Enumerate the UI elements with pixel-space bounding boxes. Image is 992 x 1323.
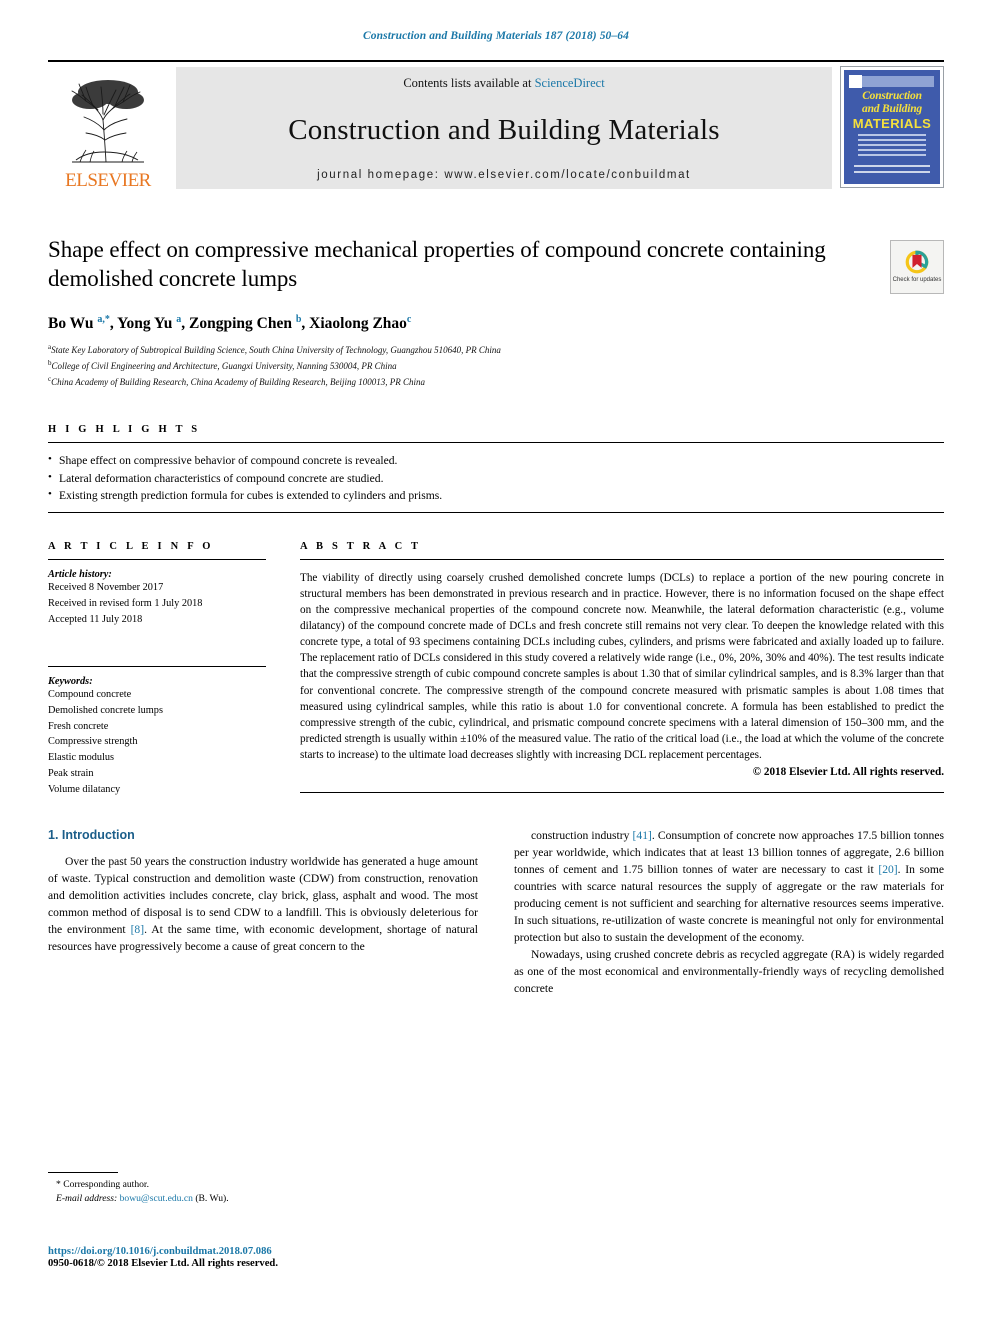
body-paragraph: construction industry [41]. Consumption … <box>514 829 945 944</box>
highlights-section: H I G H L I G H T S Shape effect on comp… <box>48 424 944 513</box>
keyword-item: Compound concrete <box>48 688 132 700</box>
highlight-item: Shape effect on compressive behavior of … <box>48 451 944 470</box>
cover-line-1: Construction <box>862 90 922 102</box>
cover-blurb <box>858 134 926 158</box>
article-info-column: A R T I C L E I N F O Article history: R… <box>48 541 300 799</box>
page-footer: https://doi.org/10.1016/j.conbuildmat.20… <box>48 1246 548 1269</box>
keyword-item: Peak strain <box>48 768 94 780</box>
affiliation-item: bCollege of Civil Engineering and Archit… <box>48 359 397 372</box>
abstract-text: The viability of directly using coarsely… <box>300 571 944 762</box>
left-paragraphs: Over the past 50 years the construction … <box>48 854 478 956</box>
journal-homepage[interactable]: journal homepage: www.elsevier.com/locat… <box>317 169 691 181</box>
contents-prefix: Contents lists available at <box>403 76 535 90</box>
cover-line-3: MATERIALS <box>852 116 932 131</box>
sciencedirect-link[interactable]: ScienceDirect <box>535 76 605 90</box>
body-column-left: 1. Introduction Over the past 50 years t… <box>48 828 478 997</box>
issn-copyright-line: 0950-0618/© 2018 Elsevier Ltd. All right… <box>48 1258 278 1269</box>
abstract-copyright: © 2018 Elsevier Ltd. All rights reserved… <box>752 766 944 779</box>
masthead-center: Contents lists available at ScienceDirec… <box>176 67 832 189</box>
highlight-item: Existing strength prediction formula for… <box>48 486 944 505</box>
abstract-heading: A B S T R A C T <box>300 540 422 552</box>
keywords-block: Keywords: Compound concrete Demolished co… <box>48 665 266 799</box>
author-list: Bo Wu a,*, Yong Yu a, Zongping Chen b, X… <box>48 313 412 333</box>
journal-title: Construction and Building Materials <box>288 113 720 146</box>
article-history-list: Received 8 November 2017 Received in revi… <box>48 580 266 628</box>
body-column-right: construction industry [41]. Consumption … <box>514 828 944 997</box>
info-abstract-row: A R T I C L E I N F O Article history: R… <box>48 541 944 799</box>
email-suffix: (B. Wu). <box>195 1193 229 1205</box>
crossmark-label: Check for updates <box>892 277 942 284</box>
corresponding-author-note: * Corresponding author. <box>56 1179 149 1190</box>
body-paragraph: Over the past 50 years the construction … <box>48 855 478 953</box>
footnote-block: * Corresponding author. E-mail address: … <box>48 1172 448 1207</box>
body-paragraph: Nowadays, using crushed concrete debris … <box>514 947 944 995</box>
running-head: Construction and Building Materials 187 … <box>363 30 629 42</box>
affiliation-list: aState Key Laboratory of Subtropical Bui… <box>48 342 872 390</box>
cover-footer-lines <box>854 165 930 177</box>
elsevier-wordmark: ELSEVIER <box>65 170 151 191</box>
elsevier-tree-icon <box>71 80 144 163</box>
keyword-item: Compressive strength <box>48 736 138 748</box>
doi-link[interactable]: https://doi.org/10.1016/j.conbuildmat.20… <box>48 1246 548 1257</box>
email-link[interactable]: bowu@scut.edu.cn <box>120 1193 193 1204</box>
affiliation-item: cChina Academy of Building Research, Chi… <box>48 374 426 387</box>
citation-ref[interactable]: [20] <box>878 863 897 876</box>
keyword-item: Volume dilatancy <box>48 784 121 796</box>
section-title-introduction: 1. Introduction <box>48 828 135 843</box>
highlights-heading: H I G H L I G H T S <box>48 423 201 435</box>
keywords-label: Keywords: <box>48 675 93 687</box>
article-history-label: Article history: <box>48 568 112 580</box>
affiliation-item: aState Key Laboratory of Subtropical Bui… <box>48 343 501 356</box>
abstract-column: A B S T R A C T The viability of directl… <box>300 541 944 799</box>
elsevier-logo: ELSEVIER <box>48 64 168 192</box>
cover-line-2: and Building <box>862 103 922 115</box>
check-for-updates-icon <box>905 251 929 274</box>
keyword-item: Fresh concrete <box>48 720 109 732</box>
article-history-item: Received 8 November 2017 <box>48 581 164 593</box>
citation-ref[interactable]: [8] <box>131 923 145 936</box>
email-label: E-mail address: <box>56 1193 118 1205</box>
keyword-item: Demolished concrete lumps <box>48 704 163 716</box>
keyword-item: Elastic modulus <box>48 752 115 764</box>
journal-masthead: ELSEVIER Contents lists available at Sci… <box>48 60 944 192</box>
article-history-item: Received in revised form 1 July 2018 <box>48 597 203 609</box>
contents-available-line: Contents lists available at ScienceDirec… <box>403 76 604 91</box>
paper-page: Construction and Building Materials 187 … <box>0 0 992 1323</box>
keywords-list: Compound concrete Demolished concrete lum… <box>48 687 266 799</box>
page-title: Shape effect on compressive mechanical p… <box>48 237 826 291</box>
highlight-item: Lateral deformation characteristics of c… <box>48 469 944 488</box>
crossmark-badge[interactable]: Check for updates <box>890 240 944 294</box>
article-info-heading: A R T I C L E I N F O <box>48 540 214 552</box>
journal-cover-thumbnail: Construction and Building MATERIALS <box>840 66 944 188</box>
highlights-list: Shape effect on compressive behavior of … <box>48 443 944 505</box>
article-history-item: Accepted 11 July 2018 <box>48 613 143 625</box>
citation-ref[interactable]: [41] <box>633 829 652 842</box>
title-block: Shape effect on compressive mechanical p… <box>48 236 944 390</box>
body-columns: 1. Introduction Over the past 50 years t… <box>48 828 944 997</box>
right-paragraphs: construction industry [41]. Consumption … <box>514 828 944 997</box>
email-note: E-mail address: bowu@scut.edu.cn (B. Wu)… <box>48 1192 448 1206</box>
